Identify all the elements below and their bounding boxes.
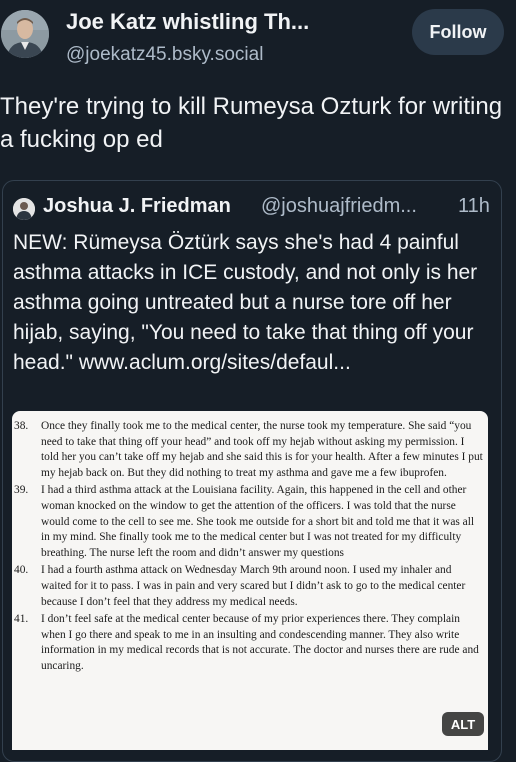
paragraph-text: I had a third asthma attack at the Louis… <box>41 484 475 559</box>
paragraph-number: 39. <box>14 484 29 497</box>
follow-button[interactable]: Follow <box>412 9 504 55</box>
paragraph-number: 41. <box>14 613 29 626</box>
user-avatar-icon <box>1 10 49 58</box>
document-paragraph: 38. Once they finally took me to the med… <box>12 419 484 481</box>
author-display-name[interactable]: Joe Katz whistling Th... <box>66 9 386 35</box>
document-paragraph: 39. I had a third asthma attack at the L… <box>12 483 484 561</box>
post-header: Joe Katz whistling Th... @joekatz45.bsky… <box>0 0 516 76</box>
alt-text-badge[interactable]: ALT <box>442 712 484 736</box>
paragraph-text: I had a fourth asthma attack on Wednesda… <box>41 564 466 608</box>
quote-author-name[interactable]: Joshua J. Friedman <box>43 195 231 218</box>
user-avatar-icon <box>13 198 35 220</box>
document-paragraph: 40. I had a fourth asthma attack on Wedn… <box>12 563 484 610</box>
author-avatar[interactable] <box>1 10 49 58</box>
paragraph-number: 40. <box>14 564 29 577</box>
quote-text: NEW: Rümeysa Öztürk says she's had 4 pai… <box>13 231 478 374</box>
quote-author-avatar[interactable] <box>13 198 35 220</box>
quote-timestamp: 11h <box>458 195 490 217</box>
document-paragraph: 41. I don’t feel safe at the medical cen… <box>12 612 484 674</box>
quote-image-document[interactable]: 38. Once they finally took me to the med… <box>12 411 488 750</box>
paragraph-number: 38. <box>14 420 29 432</box>
post-text: They're trying to kill Rumeysa Ozturk fo… <box>0 93 503 153</box>
quote-author-handle[interactable]: @joshuajfriedm... <box>261 195 417 218</box>
author-handle[interactable]: @joekatz45.bsky.social <box>66 44 263 66</box>
document-paragraphs: 38. Once they finally took me to the med… <box>12 419 484 677</box>
paragraph-text: Once they finally took me to the medical… <box>41 420 483 479</box>
paragraph-text: I don’t feel safe at the medical center … <box>41 613 479 672</box>
